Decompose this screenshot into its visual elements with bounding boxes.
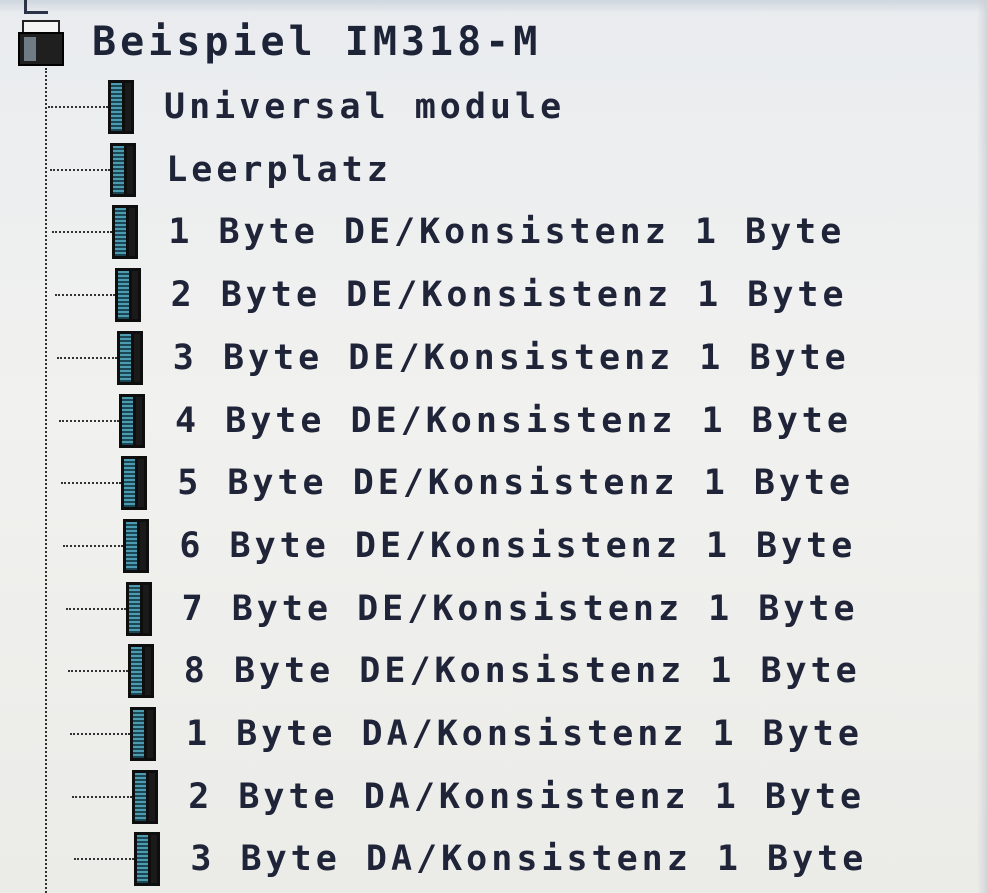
station-folder-icon	[16, 16, 68, 68]
tree-item[interactable]: 2 Byte DA/Konsistenz 1 Byte	[72, 768, 865, 826]
tree-item[interactable]: 8 Byte DE/Konsistenz 1 Byte	[67, 642, 861, 700]
tree-connector-line	[56, 356, 117, 359]
tree-item[interactable]: Universal module	[48, 78, 565, 136]
tree-item-label: 3 Byte DA/Konsistenz 1 Byte	[190, 839, 868, 880]
parent-tree-connector	[24, 0, 48, 14]
tree-item-label: 1 Byte DE/Konsistenz 1 Byte	[168, 212, 846, 253]
module-icon	[123, 518, 150, 573]
tree-item[interactable]: 3 Byte DA/Konsistenz 1 Byte	[74, 830, 867, 888]
tree-connector-line	[50, 168, 111, 171]
tree-connector-line	[48, 106, 108, 108]
module-icon	[108, 80, 134, 134]
tree-item-label: 1 Byte DA/Konsistenz 1 Byte	[186, 714, 863, 754]
tree-item[interactable]: 5 Byte DE/Konsistenz 1 Byte	[61, 454, 854, 512]
tree-item[interactable]: 1 Byte DA/Konsistenz 1 Byte	[70, 705, 863, 763]
module-icon	[127, 644, 154, 699]
module-icon	[110, 142, 137, 197]
tree-connector-line	[72, 795, 133, 798]
module-icon	[132, 769, 159, 824]
tree-connector-line	[52, 231, 113, 234]
tree-item-label: Leerplatz	[166, 149, 392, 190]
module-icon	[125, 581, 152, 636]
tree-item[interactable]: 1 Byte DE/Konsistenz 1 Byte	[52, 203, 845, 261]
module-icon	[121, 456, 148, 511]
tree-connector-line	[63, 544, 124, 547]
tree-item-label: 6 Byte DE/Konsistenz 1 Byte	[179, 525, 857, 566]
tree-item[interactable]: 7 Byte DE/Konsistenz 1 Byte	[65, 580, 859, 638]
tree-connector-line	[74, 858, 135, 861]
module-icon	[134, 832, 161, 887]
tree-view: Beispiel IM318-M Universal module Leerpla…	[0, 0, 987, 893]
tree-item-label: 4 Byte DE/Konsistenz 1 Byte	[175, 400, 852, 441]
tree-connector-line	[59, 419, 119, 422]
module-icon	[112, 205, 139, 260]
tree-item-label: 2 Byte DE/Konsistenz 1 Byte	[170, 275, 848, 316]
tree-root-node[interactable]: Beispiel IM318-M	[16, 14, 541, 70]
window-right-edge	[977, 0, 987, 893]
tree-item[interactable]: 3 Byte DE/Konsistenz 1 Byte	[56, 329, 850, 387]
tree-item-label: 8 Byte DE/Konsistenz 1 Byte	[183, 651, 861, 692]
tree-connector-line	[54, 294, 115, 297]
tree-connector-line	[61, 482, 122, 485]
tree-item[interactable]: Leerplatz	[50, 141, 392, 199]
tree-item-label: Universal module	[164, 87, 566, 127]
module-icon	[130, 707, 156, 761]
tree-item-label: 5 Byte DE/Konsistenz 1 Byte	[177, 463, 855, 504]
tree-connector-line	[70, 733, 130, 735]
module-icon	[119, 393, 145, 448]
tree-connector-line	[65, 607, 126, 610]
tree-item-label: 3 Byte DE/Konsistenz 1 Byte	[172, 337, 850, 378]
module-icon	[114, 268, 141, 323]
module-icon	[116, 330, 143, 385]
tree-item-label: 7 Byte DE/Konsistenz 1 Byte	[181, 588, 859, 629]
tree-item[interactable]: 2 Byte DE/Konsistenz 1 Byte	[54, 266, 848, 324]
window-top-edge	[0, 0, 987, 12]
tree-root-label: Beispiel IM318-M	[92, 19, 542, 65]
tree-connector-line	[67, 670, 128, 673]
tree-item-label: 2 Byte DA/Konsistenz 1 Byte	[188, 776, 866, 817]
tree-item[interactable]: 4 Byte DE/Konsistenz 1 Byte	[59, 392, 852, 450]
tree-item[interactable]: 6 Byte DE/Konsistenz 1 Byte	[63, 517, 856, 575]
tree-vertical-line	[45, 68, 47, 893]
